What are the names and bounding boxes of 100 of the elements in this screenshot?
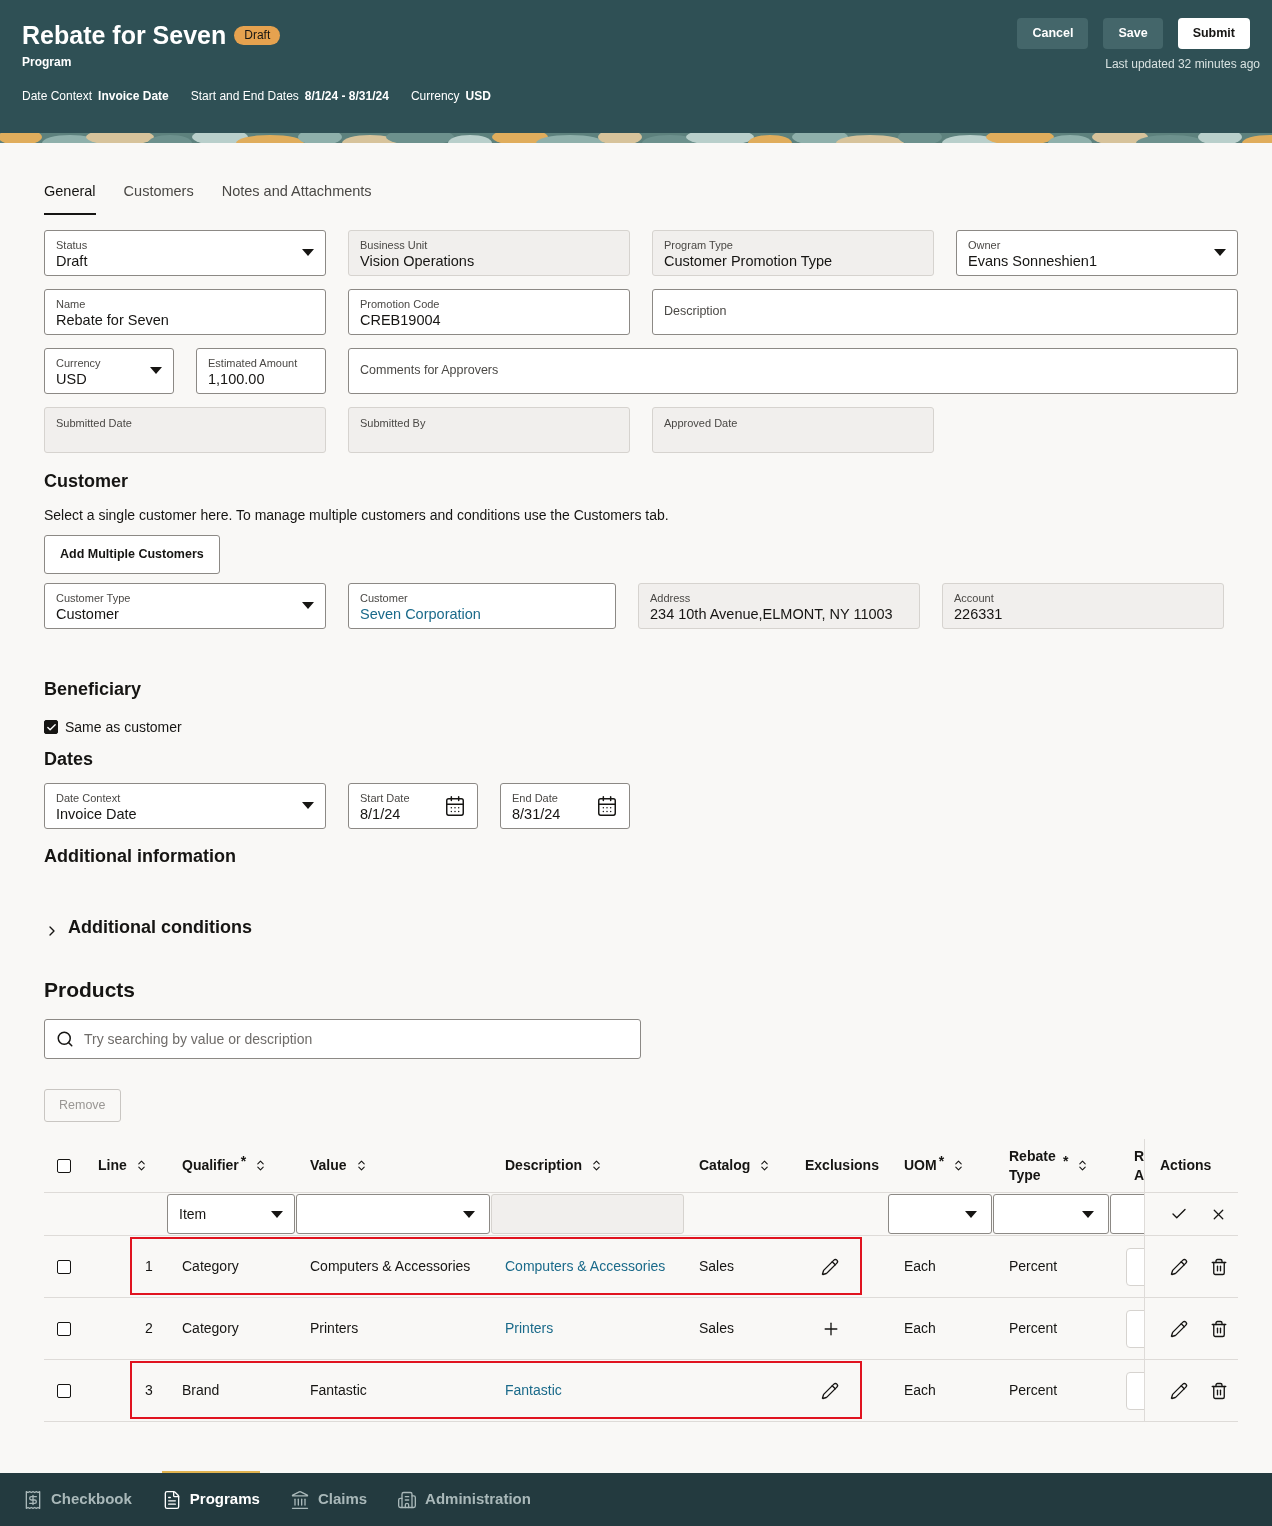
- table-cell: Each: [904, 1320, 936, 1337]
- section-heading: Products: [44, 976, 136, 1003]
- caret-icon: [1082, 1210, 1094, 1218]
- input-field[interactable]: Comments for Approvers: [348, 347, 1238, 394]
- input-field[interactable]: Description: [652, 288, 1238, 335]
- description-link[interactable]: Computers & Accessories: [505, 1258, 666, 1275]
- column-header: Value: [310, 1156, 347, 1176]
- calendar-icon[interactable]: [444, 794, 466, 817]
- edit-icon[interactable]: [821, 1257, 839, 1276]
- field-label: Comments for Approvers: [360, 364, 500, 378]
- field-value: 234 10th Avenue,ELMONT, NY 11003: [650, 604, 894, 623]
- select-field[interactable]: Customer Type Customer: [44, 582, 326, 629]
- field-value: 226331: [954, 604, 1004, 623]
- field-label: Account: [954, 591, 995, 605]
- select-field[interactable]: [296, 1194, 490, 1235]
- delete-icon[interactable]: [1210, 1381, 1228, 1400]
- building-icon[interactable]: [397, 1489, 418, 1510]
- delete-icon[interactable]: [1210, 1257, 1228, 1276]
- field-label: Promotion Code: [360, 297, 441, 311]
- select-field[interactable]: Date Context Invoice Date: [44, 782, 326, 829]
- tab[interactable]: Customers: [123, 179, 194, 215]
- ledger-icon[interactable]: [23, 1489, 43, 1510]
- date-field[interactable]: End Date 8/31/24: [500, 782, 630, 829]
- additional-conditions-toggle[interactable]: Additional conditions: [44, 913, 252, 941]
- field-label: Name: [56, 297, 87, 311]
- sort-icon[interactable]: [590, 1159, 603, 1173]
- field-label: Date Context: [56, 791, 122, 805]
- table-cell: Sales: [699, 1320, 735, 1337]
- table-cell: Category: [182, 1320, 239, 1337]
- bank-icon[interactable]: [289, 1489, 310, 1510]
- checkbox[interactable]: [57, 1259, 71, 1274]
- field-value: Evans Sonneshien1: [968, 251, 1098, 270]
- header-button[interactable]: Save: [1103, 18, 1163, 49]
- calendar-icon[interactable]: [596, 794, 618, 817]
- select-field[interactable]: Item: [167, 1194, 295, 1235]
- table-cell: Computers & Accessories: [310, 1258, 471, 1275]
- edit-icon[interactable]: [1170, 1257, 1188, 1276]
- tab[interactable]: General: [44, 179, 96, 215]
- field-value: Draft: [56, 251, 89, 270]
- field-label: Submitted Date: [56, 416, 133, 430]
- select-field[interactable]: [888, 1194, 992, 1235]
- field-value: CREB19004: [360, 310, 442, 329]
- search-field[interactable]: Try searching by value or description: [44, 1019, 641, 1060]
- edit-icon[interactable]: [1170, 1381, 1188, 1400]
- check-icon: [45, 721, 57, 733]
- checkbox[interactable]: [57, 1383, 71, 1398]
- column-header: Catalog: [699, 1156, 751, 1176]
- caret-icon: [302, 602, 314, 610]
- nav-item[interactable]: Programs: [161, 1471, 260, 1526]
- description-link[interactable]: Fantastic: [505, 1382, 562, 1399]
- customer-link[interactable]: Seven Corporation: [360, 604, 604, 623]
- date-field[interactable]: Start Date 8/1/24: [348, 782, 478, 829]
- field-label: Customer Type: [56, 591, 132, 605]
- line-number: 2: [145, 1320, 153, 1337]
- nav-item[interactable]: Administration: [397, 1471, 531, 1526]
- search-input[interactable]: Try searching by value or description: [84, 1028, 629, 1050]
- edit-icon[interactable]: [1170, 1319, 1188, 1338]
- page-title: Rebate for Seven: [22, 20, 227, 51]
- add-customers-button[interactable]: Add Multiple Customers: [44, 534, 220, 574]
- fact-label: Currency: [410, 88, 460, 105]
- fact-value: USD: [465, 88, 491, 105]
- input-field[interactable]: Estimated Amount 1,100.00: [196, 347, 326, 394]
- caret-icon: [1214, 249, 1226, 257]
- customer-hint: Select a single customer here. To manage multiple customers and conditions use the Customers tab.: [44, 505, 670, 525]
- column-header: Exclusions: [805, 1156, 879, 1176]
- checkbox[interactable]: [57, 1158, 71, 1173]
- column-header: Qualifier: [182, 1156, 239, 1176]
- select-field[interactable]: Status Draft: [44, 229, 326, 276]
- header-button[interactable]: Cancel: [1017, 18, 1089, 49]
- tab[interactable]: Notes and Attachments: [221, 179, 372, 215]
- submit-button[interactable]: Submit: [1177, 18, 1250, 49]
- required-mark: *: [240, 1152, 247, 1172]
- input-field[interactable]: Promotion Code CREB19004: [348, 288, 630, 335]
- field-value: 8/1/24: [360, 804, 402, 823]
- caret-icon: [302, 249, 314, 257]
- checkbox[interactable]: [57, 1321, 71, 1336]
- select-field[interactable]: [993, 1194, 1109, 1235]
- page-subtitle: Program: [22, 54, 73, 71]
- table-cell: Brand: [182, 1382, 220, 1399]
- fact-label: Start and End Dates: [190, 88, 299, 105]
- description-link[interactable]: Printers: [505, 1320, 554, 1337]
- field-value: Customer Promotion Type: [664, 251, 834, 270]
- column-header: R: [1133, 1146, 1144, 1166]
- delete-icon[interactable]: [1210, 1319, 1228, 1338]
- field-value: Customer: [56, 604, 120, 623]
- field-value: Invoice Date: [56, 804, 138, 823]
- field-label: Estimated Amount: [208, 356, 299, 370]
- input-field[interactable]: Name Rebate for Seven: [44, 288, 326, 335]
- checkbox[interactable]: [44, 720, 58, 735]
- select-field[interactable]: Owner Evans Sonneshien1: [956, 229, 1238, 276]
- input-field[interactable]: [1110, 1194, 1144, 1235]
- last-updated-text: Last updated 32 minutes ago: [1105, 56, 1260, 73]
- line-number: 3: [145, 1382, 153, 1399]
- edit-icon[interactable]: [821, 1381, 839, 1400]
- nav-item[interactable]: Claims: [289, 1471, 368, 1526]
- nav-item[interactable]: Checkbook: [23, 1471, 132, 1526]
- input-field[interactable]: Customer Seven Corporation: [348, 582, 616, 629]
- line-number: 1: [145, 1258, 153, 1275]
- search-icon: [56, 1030, 74, 1049]
- select-field[interactable]: Currency USD: [44, 347, 174, 394]
